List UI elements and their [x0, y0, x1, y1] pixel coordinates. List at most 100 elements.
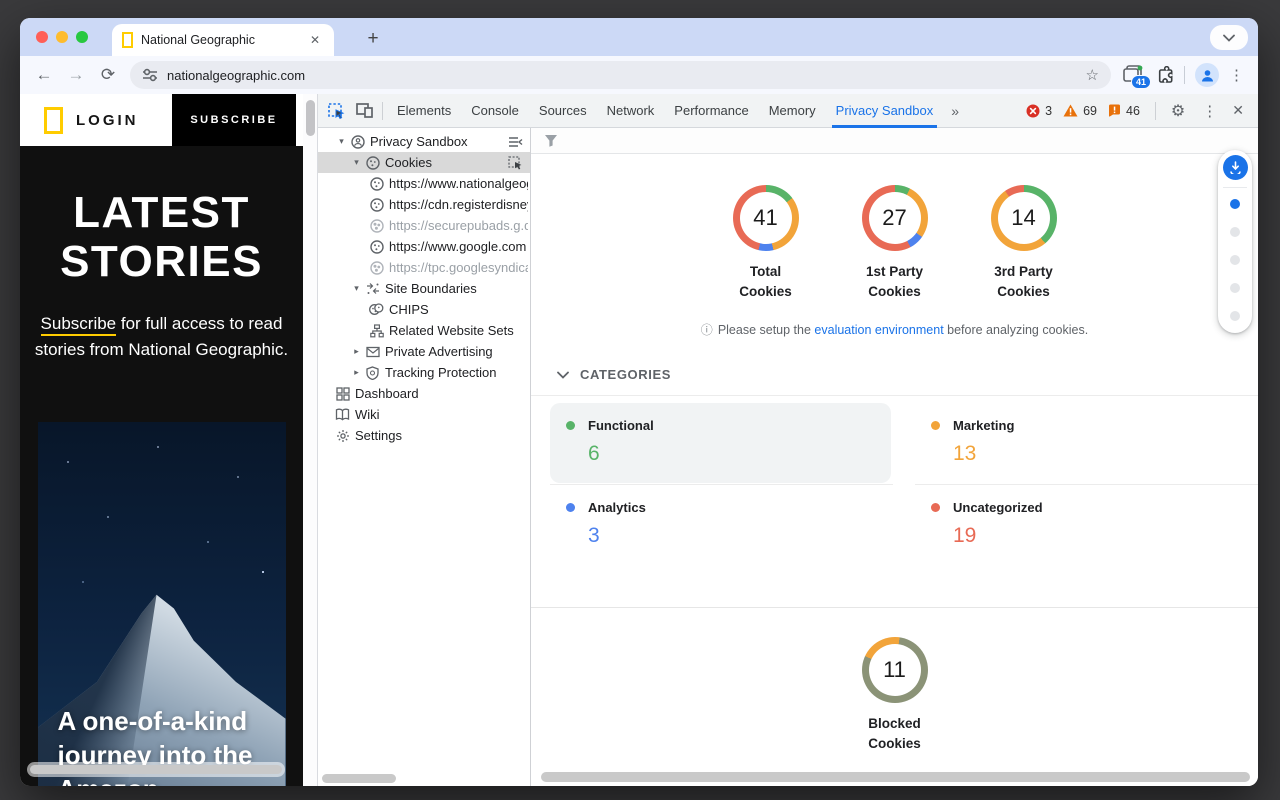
url-text[interactable]: nationalgeographic.com — [167, 68, 1077, 83]
profile-avatar[interactable] — [1195, 63, 1219, 87]
pager-dot-2[interactable] — [1230, 227, 1240, 237]
expand-arrow-icon[interactable]: ▾ — [349, 283, 364, 294]
category-marketing[interactable]: Marketing 13 — [915, 403, 1258, 485]
tree-item-site-boundaries[interactable]: ▾ Site Boundaries — [318, 278, 530, 299]
category-label: Analytics — [588, 500, 646, 515]
tab-elements[interactable]: Elements — [387, 94, 461, 128]
tabbar-divider — [382, 102, 383, 120]
error-count[interactable]: 3 — [1045, 104, 1052, 118]
tab-privacy-sandbox[interactable]: Privacy Sandbox — [826, 94, 944, 128]
error-icon[interactable] — [1026, 104, 1040, 118]
tree-item-settings[interactable]: Settings — [318, 425, 530, 446]
pager-dot-3[interactable] — [1230, 255, 1240, 265]
issues-count[interactable]: 46 — [1126, 104, 1140, 118]
minimize-window-button[interactable] — [56, 31, 68, 43]
total-cookies-value: 41 — [753, 205, 777, 231]
devtools-status: 3 69 46 ⚙ ⋮ ✕ — [1026, 101, 1254, 121]
expand-arrow-icon[interactable]: ▾ — [334, 136, 349, 147]
devtools-settings-gear-icon[interactable]: ⚙ — [1165, 101, 1191, 121]
tree-item-url-google[interactable]: https://www.google.com — [318, 236, 530, 257]
total-cookies-donut: 41 Total Cookies — [718, 185, 814, 302]
floating-nav-panel — [1218, 150, 1252, 333]
first-party-cookies-donut: 27 1st Party Cookies — [847, 185, 943, 302]
tree-item-privacy-sandbox[interactable]: ▾ Privacy Sandbox — [318, 131, 530, 152]
login-link[interactable]: LOGIN — [76, 112, 139, 129]
back-icon[interactable]: ← — [30, 61, 58, 89]
tab-counter-extension-icon[interactable]: 41 — [1123, 65, 1145, 85]
tree-item-tracking-protection[interactable]: ▸ Tracking Protection — [318, 362, 530, 383]
zoom-window-button[interactable] — [76, 31, 88, 43]
category-uncategorized[interactable]: Uncategorized 19 — [915, 485, 1258, 566]
browser-menu-kebab-icon[interactable]: ⋮ — [1229, 66, 1244, 84]
collapse-arrow-icon[interactable]: ▸ — [349, 346, 364, 357]
devtools-menu-kebab-icon[interactable]: ⋮ — [1196, 102, 1223, 120]
tab-memory[interactable]: Memory — [759, 94, 826, 128]
analytics-dot-icon — [566, 503, 575, 512]
tree-item-chips[interactable]: CHIPS — [318, 299, 530, 320]
subscribe-text-link[interactable]: Subscribe — [41, 314, 117, 336]
sidebar-horizontal-scrollbar[interactable] — [322, 774, 396, 783]
expand-arrow-icon[interactable]: ▾ — [349, 157, 364, 168]
categories-section-header[interactable]: CATEGORIES — [531, 367, 1258, 382]
new-tab-button[interactable]: + — [360, 26, 386, 52]
pager-dot-4[interactable] — [1230, 283, 1240, 293]
toolbar-divider — [1184, 66, 1185, 84]
cookie-icon — [368, 198, 385, 212]
toolbar-right: 41 ⋮ — [1119, 63, 1248, 87]
page-horizontal-scrollbar[interactable] — [30, 765, 282, 774]
forward-icon[interactable]: → — [62, 61, 90, 89]
tab-close-icon[interactable]: ✕ — [306, 31, 324, 49]
issues-icon[interactable] — [1108, 104, 1121, 117]
tree-item-url-cdn-registerdisney[interactable]: https://cdn.registerdisney.go.com — [318, 194, 530, 215]
tree-item-url-nationalgeographic[interactable]: https://www.nationalgeographic.com — [318, 173, 530, 194]
filter-funnel-icon[interactable] — [544, 134, 558, 147]
tab-sources[interactable]: Sources — [529, 94, 597, 128]
tab-performance[interactable]: Performance — [664, 94, 758, 128]
tab-console[interactable]: Console — [461, 94, 529, 128]
tree-label: Related Website Sets — [389, 323, 514, 338]
natgeo-header: LOGIN SUBSCRIBE — [20, 94, 303, 146]
browser-tab[interactable]: National Geographic ✕ — [112, 24, 334, 56]
collapse-sidebar-icon[interactable] — [508, 136, 528, 148]
info-icon: ⓘ — [701, 321, 713, 338]
tree-label: Tracking Protection — [385, 365, 497, 380]
bookmark-star-icon[interactable]: ☆ — [1086, 66, 1099, 84]
panel-horizontal-scrollbar[interactable] — [541, 772, 1250, 782]
category-functional[interactable]: Functional 6 — [550, 403, 893, 485]
tree-item-url-tpc-googlesyndication[interactable]: https://tpc.googlesyndication.com — [318, 257, 530, 278]
warning-icon[interactable] — [1063, 104, 1078, 117]
download-icon — [1229, 161, 1242, 174]
tree-item-url-securepubads[interactable]: https://securepubads.g.doubleclick.net — [318, 215, 530, 236]
tree-item-related-website-sets[interactable]: Related Website Sets — [318, 320, 530, 341]
tree-item-private-advertising[interactable]: ▸ Private Advertising — [318, 341, 530, 362]
cookie-icon — [364, 156, 381, 170]
devtools-close-icon[interactable]: ✕ — [1228, 102, 1252, 119]
tree-item-dashboard[interactable]: Dashboard — [318, 383, 530, 404]
warning-count[interactable]: 69 — [1083, 104, 1097, 118]
natgeo-logo-icon[interactable] — [44, 107, 63, 134]
story-card[interactable]: A one-of-a-kind journey into the Amazon — [38, 422, 286, 786]
site-settings-icon[interactable] — [142, 68, 158, 82]
more-tabs-icon[interactable]: » — [943, 103, 967, 119]
category-value: 13 — [953, 442, 1242, 466]
subscribe-button[interactable]: SUBSCRIBE — [172, 94, 296, 146]
extensions-puzzle-icon[interactable] — [1155, 66, 1174, 85]
evaluation-environment-link[interactable]: evaluation environment — [814, 323, 943, 337]
tab-network[interactable]: Network — [597, 94, 665, 128]
collapse-arrow-icon[interactable]: ▸ — [349, 367, 364, 378]
reload-icon[interactable]: ⟳ — [94, 61, 122, 89]
page-vertical-scrollbar[interactable] — [306, 100, 315, 136]
close-window-button[interactable] — [36, 31, 48, 43]
tree-item-wiki[interactable]: Wiki — [318, 404, 530, 425]
pager-dot-1[interactable] — [1230, 199, 1240, 209]
person-icon — [1200, 68, 1215, 83]
inspect-element-icon[interactable] — [322, 98, 350, 124]
pager-dot-5[interactable] — [1230, 311, 1240, 321]
category-analytics[interactable]: Analytics 3 — [550, 485, 893, 566]
download-report-button[interactable] — [1223, 155, 1248, 180]
chevron-down-icon — [1223, 34, 1235, 42]
tree-item-cookies[interactable]: ▾ Cookies — [318, 152, 530, 173]
device-toolbar-icon[interactable] — [350, 98, 378, 124]
address-bar[interactable]: nationalgeographic.com ☆ — [130, 61, 1111, 89]
tab-search-chevron-button[interactable] — [1210, 25, 1248, 50]
